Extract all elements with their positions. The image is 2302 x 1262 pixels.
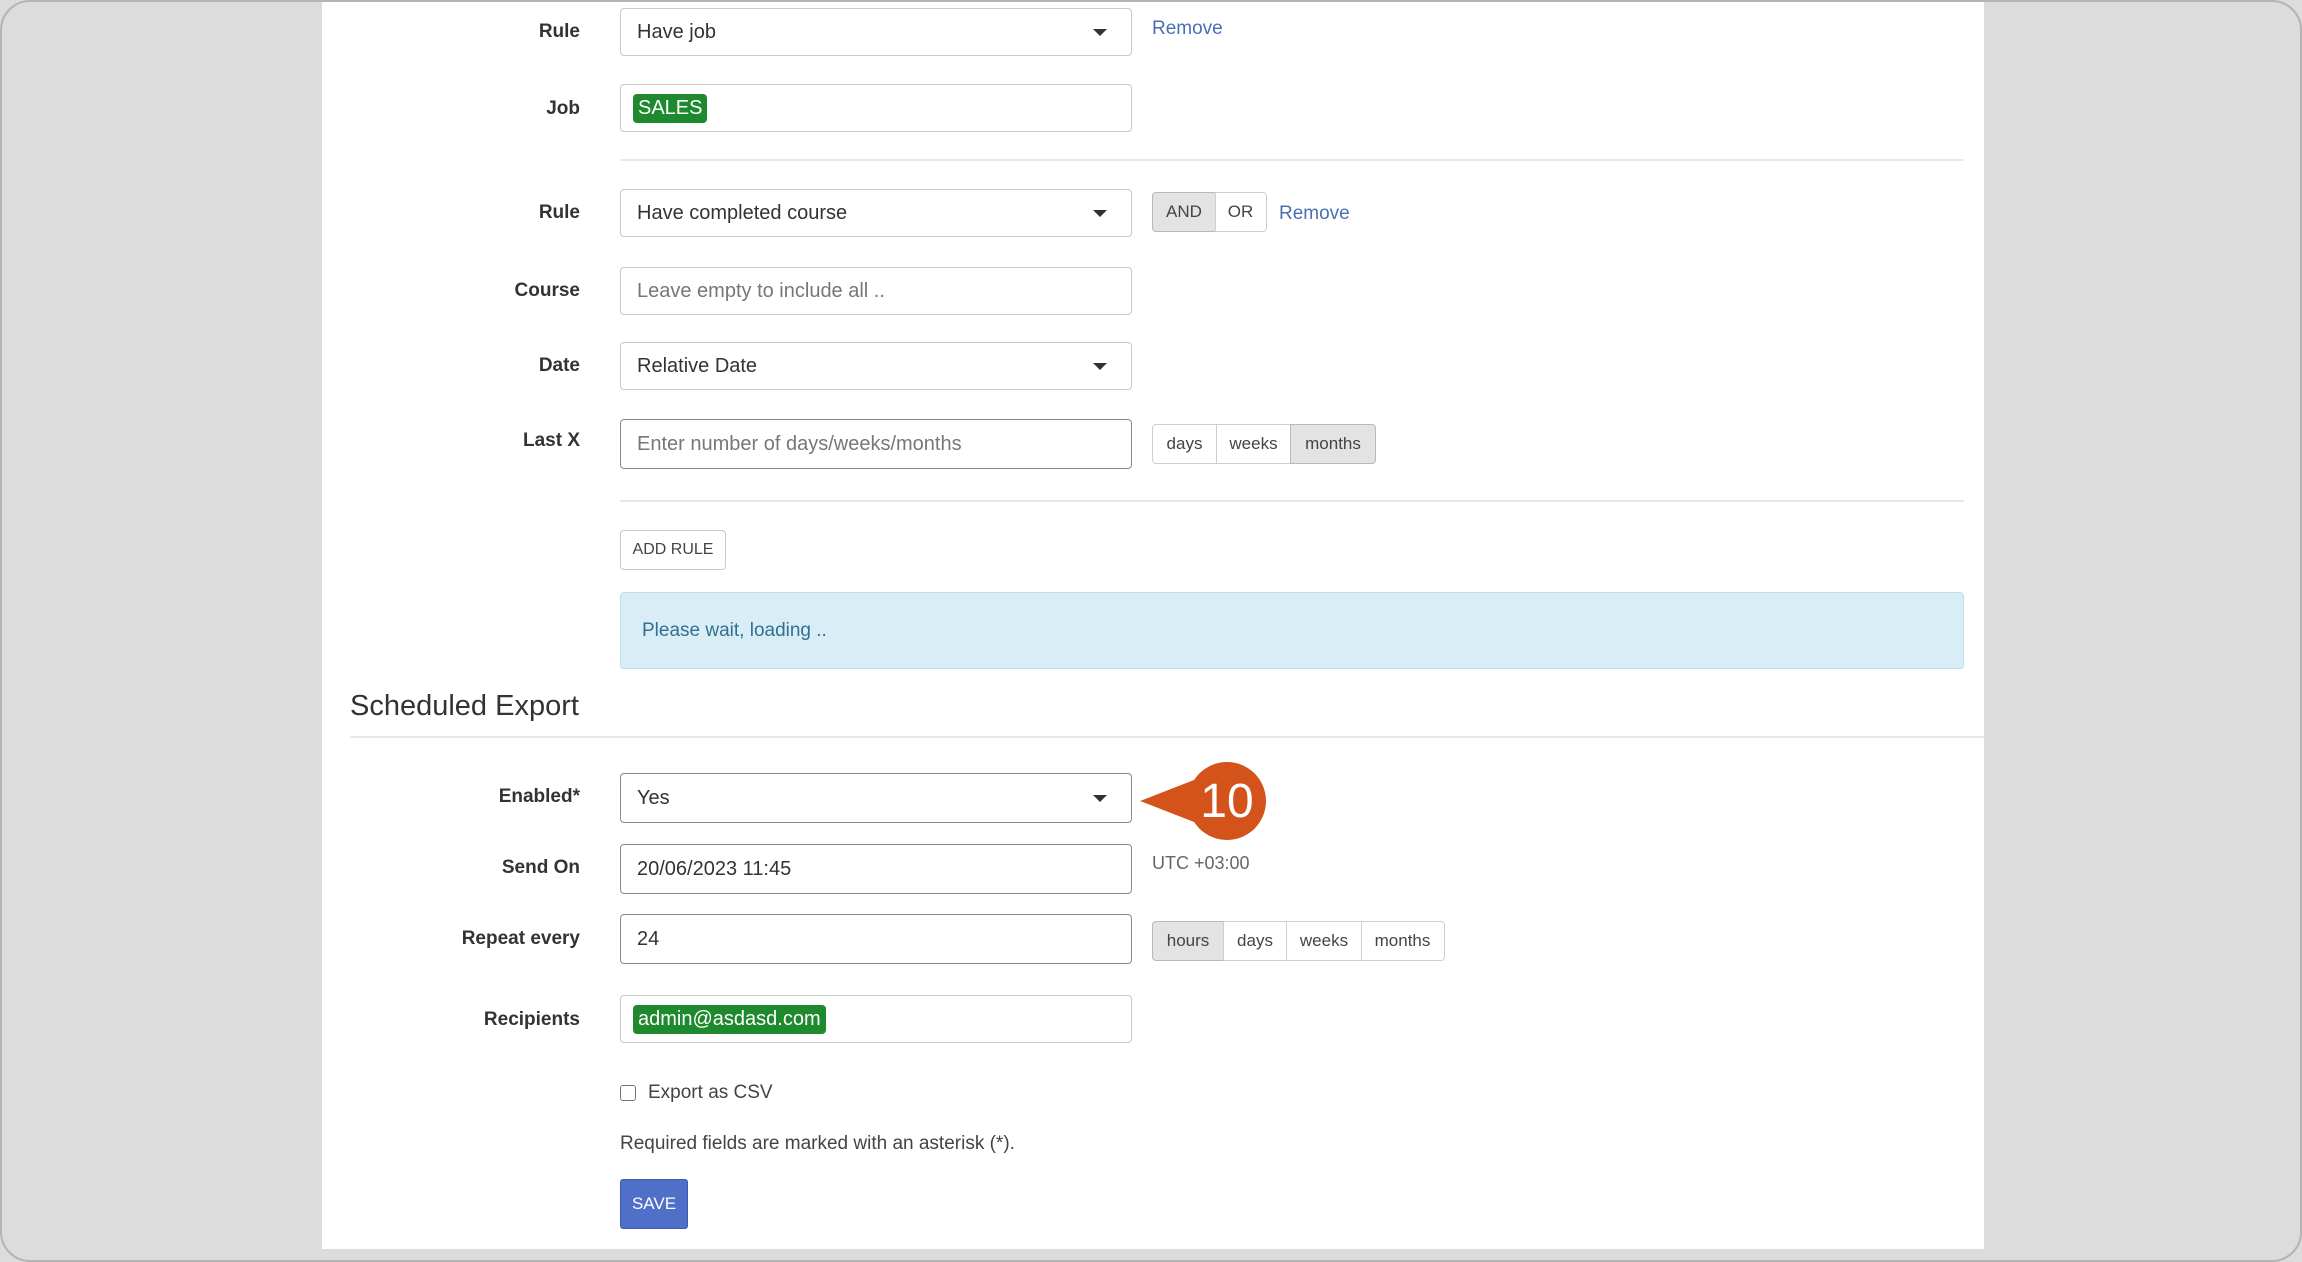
export-csv-checkbox[interactable]: [620, 1085, 636, 1101]
section-title: Scheduled Export: [350, 690, 579, 722]
unit-days-button[interactable]: days: [1152, 424, 1217, 464]
enabled-label: Enabled*: [498, 786, 580, 807]
recipients-label: Recipients: [483, 1009, 580, 1030]
rule-select-1-value: Have job: [637, 20, 716, 43]
recipient-tag[interactable]: admin@asdasd.com: [633, 1004, 826, 1034]
lastx-input[interactable]: Enter number of days/weeks/months: [620, 419, 1132, 469]
rule-label: Rule: [538, 202, 580, 223]
job-field[interactable]: SALES: [620, 84, 1132, 132]
job-tag[interactable]: SALES: [633, 93, 708, 123]
job-label: Job: [546, 98, 580, 119]
timezone-label: UTC +03:00: [1152, 853, 1250, 873]
section-divider: [350, 736, 1984, 738]
rule-select-2[interactable]: Have completed course: [620, 189, 1132, 237]
rule-select-1[interactable]: Have job: [620, 8, 1132, 56]
divider: [620, 500, 1964, 502]
repeat-label: Repeat every: [461, 928, 580, 949]
recipients-field[interactable]: admin@asdasd.com: [620, 995, 1132, 1043]
lastx-placeholder: Enter number of days/weeks/months: [637, 432, 962, 455]
unit-hours-button[interactable]: hours: [1152, 921, 1224, 961]
chevron-down-icon: [1093, 210, 1107, 217]
export-csv-label: Export as CSV: [648, 1082, 773, 1103]
form-panel: Rule Have job Remove Job SALES Rule Have…: [322, 2, 1984, 1249]
repeat-value: 24: [637, 927, 660, 950]
remove-rule-2-link[interactable]: Remove: [1279, 203, 1350, 225]
course-input[interactable]: Leave empty to include all ..: [620, 267, 1132, 315]
window-frame: Rule Have job Remove Job SALES Rule Have…: [0, 0, 2302, 1262]
unit-months-button[interactable]: months: [1290, 424, 1376, 464]
chevron-down-icon: [1093, 363, 1107, 370]
or-button[interactable]: OR: [1214, 192, 1267, 232]
unit-months-button[interactable]: months: [1360, 921, 1445, 961]
rule-select-2-value: Have completed course: [637, 201, 848, 224]
lastx-label: Last X: [522, 430, 580, 451]
course-placeholder: Leave empty to include all ..: [637, 279, 885, 302]
unit-weeks-button[interactable]: weeks: [1286, 921, 1362, 961]
course-label: Course: [514, 280, 580, 301]
rule-label: Rule: [538, 21, 580, 42]
remove-rule-1-link[interactable]: Remove: [1152, 18, 1223, 40]
step-callout: 10: [1140, 762, 1266, 840]
date-label: Date: [538, 355, 580, 376]
required-note: Required fields are marked with an aster…: [620, 1133, 1015, 1154]
lastx-unit-toggle: days weeks months: [1152, 424, 1376, 464]
and-button[interactable]: AND: [1152, 192, 1216, 232]
export-csv-row[interactable]: Export as CSV: [620, 1082, 773, 1104]
loading-alert: Please wait, loading ..: [620, 592, 1964, 669]
send-on-input[interactable]: 20/06/2023 11:45: [620, 844, 1132, 894]
enabled-select-value: Yes: [637, 786, 670, 809]
save-button[interactable]: SAVE: [620, 1179, 688, 1229]
callout-number: 10: [1188, 762, 1266, 840]
loading-text: Please wait, loading ..: [642, 619, 827, 641]
date-select-value: Relative Date: [637, 354, 758, 377]
date-select[interactable]: Relative Date: [620, 342, 1132, 390]
divider: [620, 159, 1964, 161]
chevron-down-icon: [1093, 29, 1107, 36]
chevron-down-icon: [1093, 795, 1107, 802]
send-on-value: 20/06/2023 11:45: [637, 857, 792, 880]
enabled-select[interactable]: Yes: [620, 773, 1132, 823]
send-on-label: Send On: [501, 857, 580, 878]
repeat-input[interactable]: 24: [620, 914, 1132, 964]
unit-days-button[interactable]: days: [1222, 921, 1288, 961]
repeat-unit-toggle: hours days weeks months: [1152, 921, 1445, 961]
add-rule-button[interactable]: ADD RULE: [620, 530, 726, 570]
unit-weeks-button[interactable]: weeks: [1215, 424, 1292, 464]
logic-toggle: AND OR: [1152, 192, 1267, 232]
